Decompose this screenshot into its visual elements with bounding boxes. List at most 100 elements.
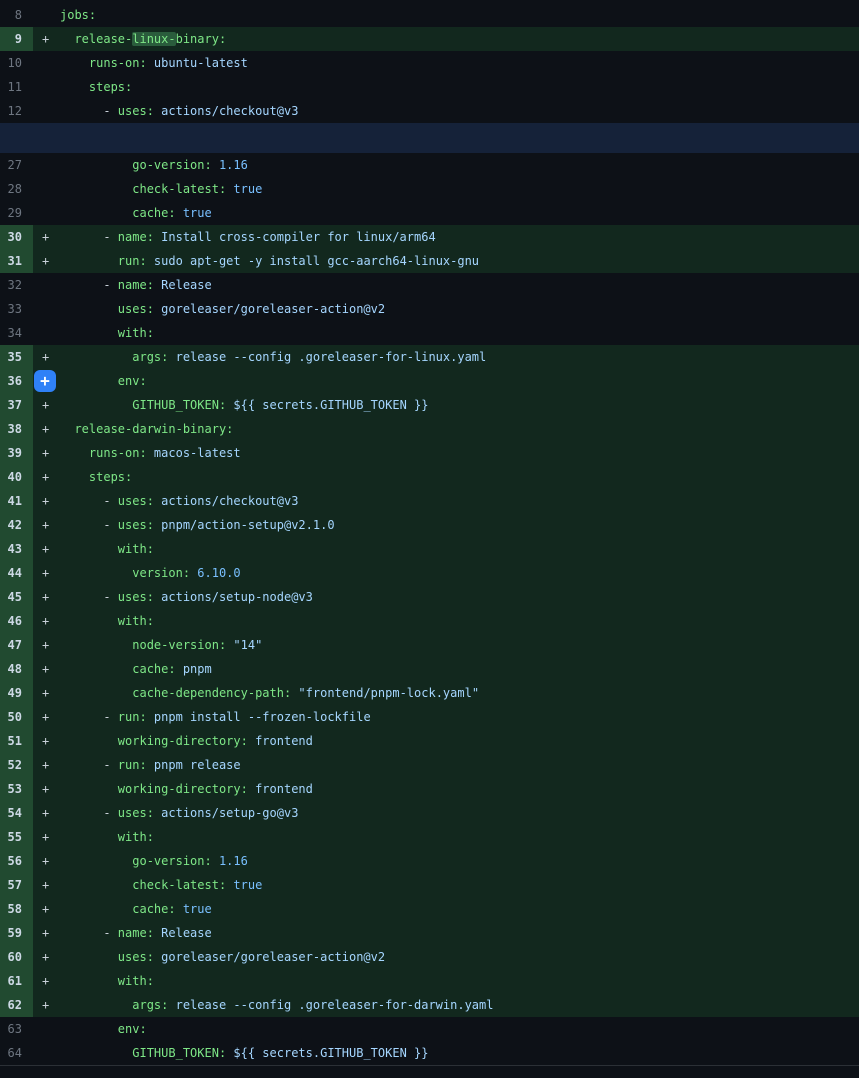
diff-sign: +: [33, 537, 60, 561]
code-token: name:: [118, 230, 154, 244]
code-text: runs-on: ubuntu-latest: [60, 51, 859, 75]
diff-sign: +: [33, 945, 60, 969]
line-number[interactable]: 56: [0, 849, 33, 873]
diff-line: 55+ with:: [0, 825, 859, 849]
code-token: ${{ secrets.GITHUB_TOKEN }}: [226, 398, 428, 412]
line-number[interactable]: 42: [0, 513, 33, 537]
line-number[interactable]: 32: [0, 273, 33, 297]
diff-sign: [33, 201, 60, 225]
line-number[interactable]: 28: [0, 177, 33, 201]
line-number[interactable]: 60: [0, 945, 33, 969]
code-token: "frontend/pnpm-lock.yaml": [291, 686, 479, 700]
line-number[interactable]: 52: [0, 753, 33, 777]
diff-sign: [33, 99, 60, 123]
line-number[interactable]: 46: [0, 609, 33, 633]
code-token: steps:: [89, 470, 132, 484]
diff-line: 46+ with:: [0, 609, 859, 633]
code-text: - uses: actions/setup-node@v3: [60, 585, 859, 609]
line-number[interactable]: 41: [0, 489, 33, 513]
file-bottom-border: [0, 1065, 859, 1077]
line-number[interactable]: 27: [0, 153, 33, 177]
code-token: uses:: [118, 950, 154, 964]
diff-line: 49+ cache-dependency-path: "frontend/pnp…: [0, 681, 859, 705]
line-number[interactable]: 38: [0, 417, 33, 441]
line-number[interactable]: 33: [0, 297, 33, 321]
code-text: runs-on: macos-latest: [60, 441, 859, 465]
line-number[interactable]: 54: [0, 801, 33, 825]
code-token: true: [226, 182, 262, 196]
line-number[interactable]: 55: [0, 825, 33, 849]
hunk-expander[interactable]: [0, 123, 859, 153]
code-text: working-directory: frontend: [60, 777, 859, 801]
line-number[interactable]: 12: [0, 99, 33, 123]
code-token: -: [60, 104, 118, 118]
diff-line: 38+ release-darwin-binary:: [0, 417, 859, 441]
diff-sign: [33, 177, 60, 201]
code-text: working-directory: frontend: [60, 729, 859, 753]
line-number[interactable]: 63: [0, 1017, 33, 1041]
code-token: GITHUB_TOKEN:: [132, 1046, 226, 1060]
diff-line: 57+ check-latest: true: [0, 873, 859, 897]
line-number[interactable]: 50: [0, 705, 33, 729]
line-number[interactable]: 39: [0, 441, 33, 465]
line-number[interactable]: 31: [0, 249, 33, 273]
line-number[interactable]: 45: [0, 585, 33, 609]
code-text: cache: true: [60, 201, 859, 225]
line-number[interactable]: 48: [0, 657, 33, 681]
line-number[interactable]: 62: [0, 993, 33, 1017]
line-number[interactable]: 30: [0, 225, 33, 249]
line-number[interactable]: 64: [0, 1041, 33, 1065]
add-comment-button[interactable]: +: [34, 370, 56, 392]
line-number[interactable]: 8: [0, 3, 33, 27]
code-text: node-version: "14": [60, 633, 859, 657]
line-number[interactable]: 9: [0, 27, 33, 51]
line-number[interactable]: 11: [0, 75, 33, 99]
code-token: -: [60, 590, 118, 604]
line-number[interactable]: 10: [0, 51, 33, 75]
line-number[interactable]: 47: [0, 633, 33, 657]
line-number[interactable]: 37: [0, 393, 33, 417]
diff-line: 59+ - name: Release: [0, 921, 859, 945]
code-token: [60, 734, 118, 748]
code-token: [60, 950, 118, 964]
line-number[interactable]: 40: [0, 465, 33, 489]
code-text: version: 6.10.0: [60, 561, 859, 585]
diff-sign: +: [33, 561, 60, 585]
code-token: [60, 32, 74, 46]
code-token: [60, 326, 118, 340]
code-token: with:: [118, 542, 154, 556]
code-token: uses:: [118, 494, 154, 508]
line-number[interactable]: 43: [0, 537, 33, 561]
code-token: release-: [74, 32, 132, 46]
code-token: [60, 1022, 118, 1036]
line-number[interactable]: 36: [0, 369, 33, 393]
line-number[interactable]: 57: [0, 873, 33, 897]
code-token: [60, 566, 132, 580]
line-number[interactable]: 44: [0, 561, 33, 585]
line-number[interactable]: 58: [0, 897, 33, 921]
line-number[interactable]: 61: [0, 969, 33, 993]
code-text: - uses: actions/checkout@v3: [60, 489, 859, 513]
diff-line: 43+ with:: [0, 537, 859, 561]
code-text: steps:: [60, 465, 859, 489]
line-number[interactable]: 51: [0, 729, 33, 753]
diff-sign: [33, 75, 60, 99]
code-text: - name: Release: [60, 273, 859, 297]
code-token: Install cross-compiler for linux/arm64: [154, 230, 436, 244]
diff-view: 8jobs:9+ release-linux-binary:10 runs-on…: [0, 0, 859, 1078]
line-number[interactable]: 34: [0, 321, 33, 345]
line-number[interactable]: 49: [0, 681, 33, 705]
code-text: release-linux-binary:: [60, 27, 859, 51]
code-token: env:: [118, 1022, 147, 1036]
line-number[interactable]: 29: [0, 201, 33, 225]
line-number[interactable]: 35: [0, 345, 33, 369]
diff-sign: [33, 297, 60, 321]
diff-sign: +: [33, 249, 60, 273]
diff-code-lines: 8jobs:9+ release-linux-binary:10 runs-on…: [0, 0, 859, 1065]
line-number[interactable]: 53: [0, 777, 33, 801]
code-text: check-latest: true: [60, 873, 859, 897]
diff-sign: +: [33, 873, 60, 897]
diff-sign: +: [33, 513, 60, 537]
line-number[interactable]: 59: [0, 921, 33, 945]
diff-line: 34 with:: [0, 321, 859, 345]
